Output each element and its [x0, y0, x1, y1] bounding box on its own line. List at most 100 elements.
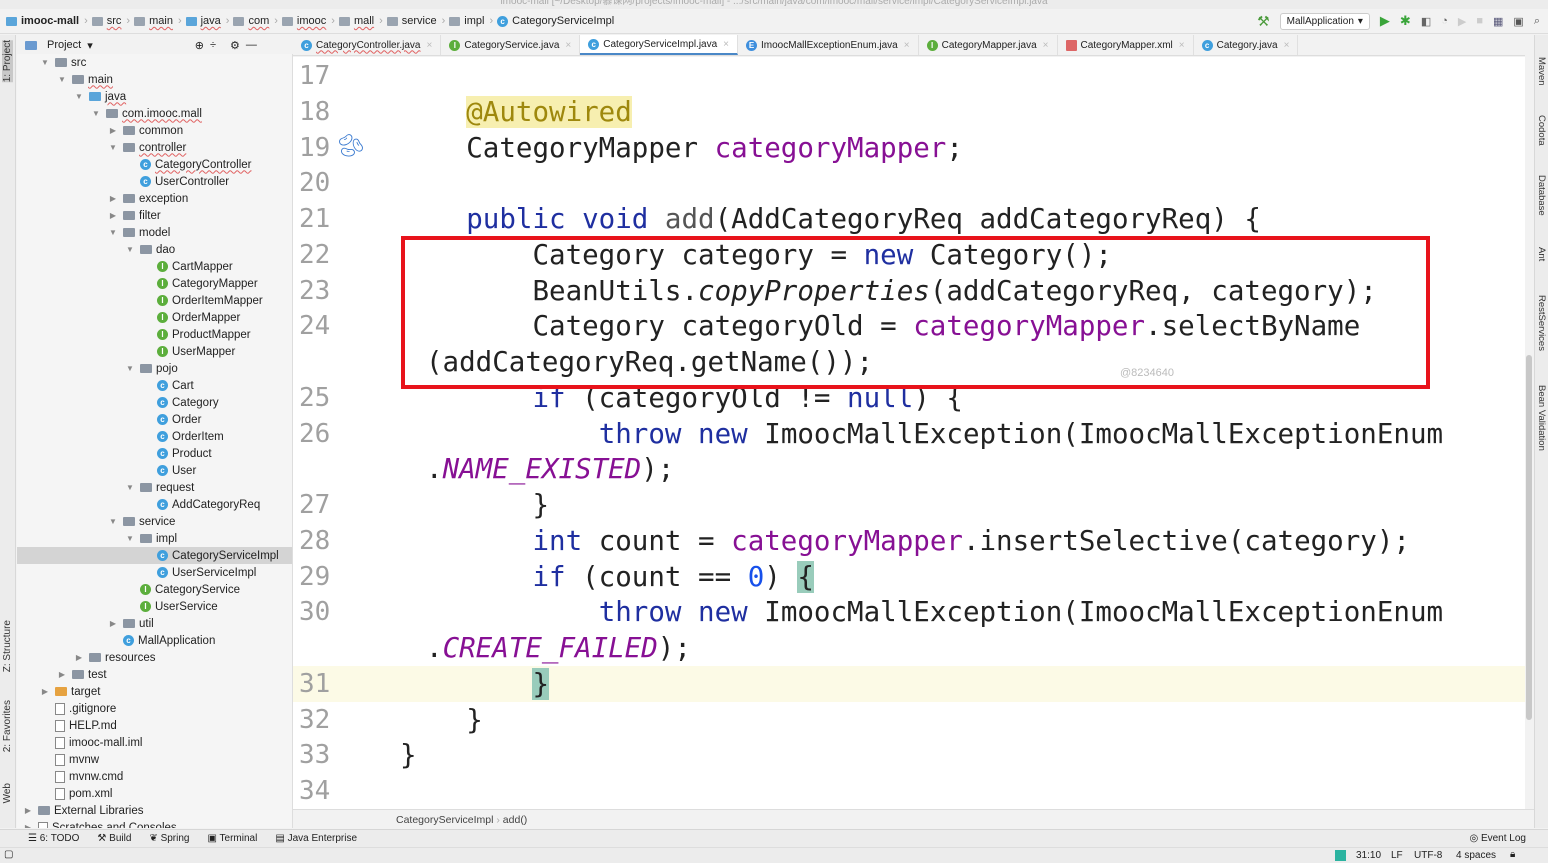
tool-project[interactable]: 1: Project [2, 40, 13, 83]
tool-structure[interactable]: Z: Structure [2, 620, 13, 672]
tree-item[interactable]: HELP.md [17, 717, 292, 734]
tree-item[interactable]: c AddCategoryReq [17, 496, 292, 513]
editor-tab[interactable]: I CategoryMapper.java × [919, 35, 1058, 55]
project-view-select[interactable]: Project [47, 39, 81, 51]
tree-item[interactable]: ▼ model [17, 224, 292, 241]
indent-setting[interactable]: 4 spaces [1456, 850, 1496, 861]
tree-item[interactable]: mvnw.cmd [17, 768, 292, 785]
tree-item[interactable]: ▼ dao [17, 241, 292, 258]
nav-crumb[interactable]: service › [386, 15, 445, 27]
breadcrumb-method[interactable]: add() [503, 814, 528, 826]
chevron-down-icon[interactable]: ▾ [87, 39, 93, 52]
tree-item[interactable]: c CategoryServiceImpl [17, 547, 292, 564]
nav-crumb[interactable]: src › [91, 15, 130, 27]
tree-item[interactable]: ▼ main [17, 71, 292, 88]
line-separator[interactable]: LF [1391, 850, 1403, 861]
tree-item[interactable]: .gitignore [17, 700, 292, 717]
close-icon[interactable]: × [1179, 40, 1185, 51]
tree-item[interactable]: ▶ common [17, 122, 292, 139]
tree-item[interactable]: I CategoryService [17, 581, 292, 598]
editor-tab[interactable]: c Category.java × [1194, 35, 1299, 55]
code-editor[interactable]: 17 18 @Autowired 19 CategoryMapper categor… [293, 57, 1525, 809]
tree-item[interactable]: I ProductMapper [17, 326, 292, 343]
nav-crumb[interactable]: imooc-mall › [6, 15, 88, 27]
tree-item[interactable]: c Cart [17, 377, 292, 394]
tree-item[interactable]: I CartMapper [17, 258, 292, 275]
close-icon[interactable]: × [904, 40, 910, 51]
tree-item[interactable]: ▶ target [17, 683, 292, 700]
close-icon[interactable]: × [565, 40, 571, 51]
spring-bean-gutter-icon[interactable]: 🫘︎ [337, 133, 365, 159]
tree-item[interactable]: ▶ test [17, 666, 292, 683]
tool-favorites[interactable]: 2: Favorites [2, 700, 13, 752]
tree-item[interactable]: I OrderItemMapper [17, 292, 292, 309]
tree-item[interactable]: ▼ impl [17, 530, 292, 547]
tool-todo[interactable]: ☰ 6: TODO [28, 833, 79, 844]
tree-item[interactable]: ▶ External Libraries [17, 802, 292, 819]
profile-icon[interactable]: ◔ [1441, 15, 1448, 27]
tree-item[interactable]: I UserMapper [17, 343, 292, 360]
toggle-panels-icon[interactable]: ▢ [4, 849, 13, 860]
caret-position[interactable]: 31:10 [1356, 850, 1381, 861]
run-configuration-select[interactable]: MallApplication ▾ [1279, 12, 1370, 30]
project-structure-icon[interactable]: ▦ [1493, 15, 1503, 28]
locate-icon[interactable]: ⊕ [195, 39, 204, 52]
tree-item[interactable]: ▼ request [17, 479, 292, 496]
tool-terminal[interactable]: ▣ Terminal [207, 833, 257, 844]
tree-item[interactable]: imooc-mall.iml [17, 734, 292, 751]
tree-item[interactable]: ▼ pojo [17, 360, 292, 377]
tree-item[interactable]: c OrderItem [17, 428, 292, 445]
hide-icon[interactable]: — [246, 39, 257, 51]
collapse-icon[interactable]: ÷ [210, 39, 216, 51]
tree-item[interactable]: ▼ service [17, 513, 292, 530]
close-icon[interactable]: × [723, 39, 729, 50]
tree-item[interactable]: pom.xml [17, 785, 292, 802]
close-icon[interactable]: × [427, 40, 433, 51]
tree-item[interactable]: c UserServiceImpl [17, 564, 292, 581]
close-icon[interactable]: × [1043, 40, 1049, 51]
tool-build[interactable]: ⚒ Build [97, 833, 131, 844]
tool-bean-validation[interactable]: Bean Validation [1536, 385, 1547, 451]
tree-item[interactable]: c CategoryController [17, 156, 292, 173]
editor-tab[interactable]: I CategoryService.java × [441, 35, 581, 55]
tree-item[interactable]: ▼ com.imooc.mall [17, 105, 292, 122]
tree-item[interactable]: mvnw [17, 751, 292, 768]
editor-scrollbar[interactable] [1526, 355, 1532, 720]
debug-icon[interactable]: ✱ [1400, 13, 1411, 29]
nav-crumb[interactable]: main › [134, 15, 182, 27]
tree-item[interactable]: ▶ util [17, 615, 292, 632]
file-encoding[interactable]: UTF-8 [1414, 850, 1442, 861]
tree-item[interactable]: I OrderMapper [17, 309, 292, 326]
build-icon[interactable]: ⚒ [1257, 13, 1270, 30]
tree-item[interactable]: ▶ resources [17, 649, 292, 666]
editor-tab[interactable]: CategoryMapper.xml × [1058, 35, 1194, 55]
editor-tab[interactable]: c CategoryServiceImpl.java × [580, 35, 739, 55]
tool-codota[interactable]: Codota [1536, 115, 1547, 146]
nav-crumb[interactable]: c CategoryServiceImpl [497, 15, 614, 27]
tool-event-log[interactable]: ◎ Event Log [1469, 833, 1526, 844]
nav-crumb[interactable]: mall › [338, 15, 383, 27]
resume-icon[interactable]: ▶ [1458, 15, 1466, 28]
coverage-icon[interactable]: ◧ [1421, 15, 1431, 28]
tree-item[interactable]: ▼ java [17, 88, 292, 105]
editor-tab[interactable]: c CategoryController.java × [293, 35, 442, 55]
window-icon[interactable]: ▣ [1513, 15, 1523, 28]
breadcrumb-class[interactable]: CategoryServiceImpl [396, 814, 493, 826]
tree-item[interactable]: ▼ controller [17, 139, 292, 156]
tool-database[interactable]: Database [1536, 175, 1547, 216]
tree-item[interactable]: I CategoryMapper [17, 275, 292, 292]
tree-item[interactable]: ▶ Scratches and Consoles [17, 819, 292, 828]
tree-item[interactable]: ▼ src [17, 54, 292, 71]
nav-crumb[interactable]: java › [185, 15, 229, 27]
tree-item[interactable]: c Category [17, 394, 292, 411]
tree-item[interactable]: c Order [17, 411, 292, 428]
tree-item[interactable]: c MallApplication [17, 632, 292, 649]
stop-icon[interactable]: ■ [1476, 15, 1483, 27]
tree-item[interactable]: c Product [17, 445, 292, 462]
nav-crumb[interactable]: impl › [449, 15, 493, 27]
tool-ant[interactable]: Ant [1536, 247, 1547, 261]
tree-item[interactable]: ▶ filter [17, 207, 292, 224]
nav-crumb[interactable]: com › [233, 15, 278, 27]
tree-item[interactable]: ▶ exception [17, 190, 292, 207]
tree-item[interactable]: c UserController [17, 173, 292, 190]
